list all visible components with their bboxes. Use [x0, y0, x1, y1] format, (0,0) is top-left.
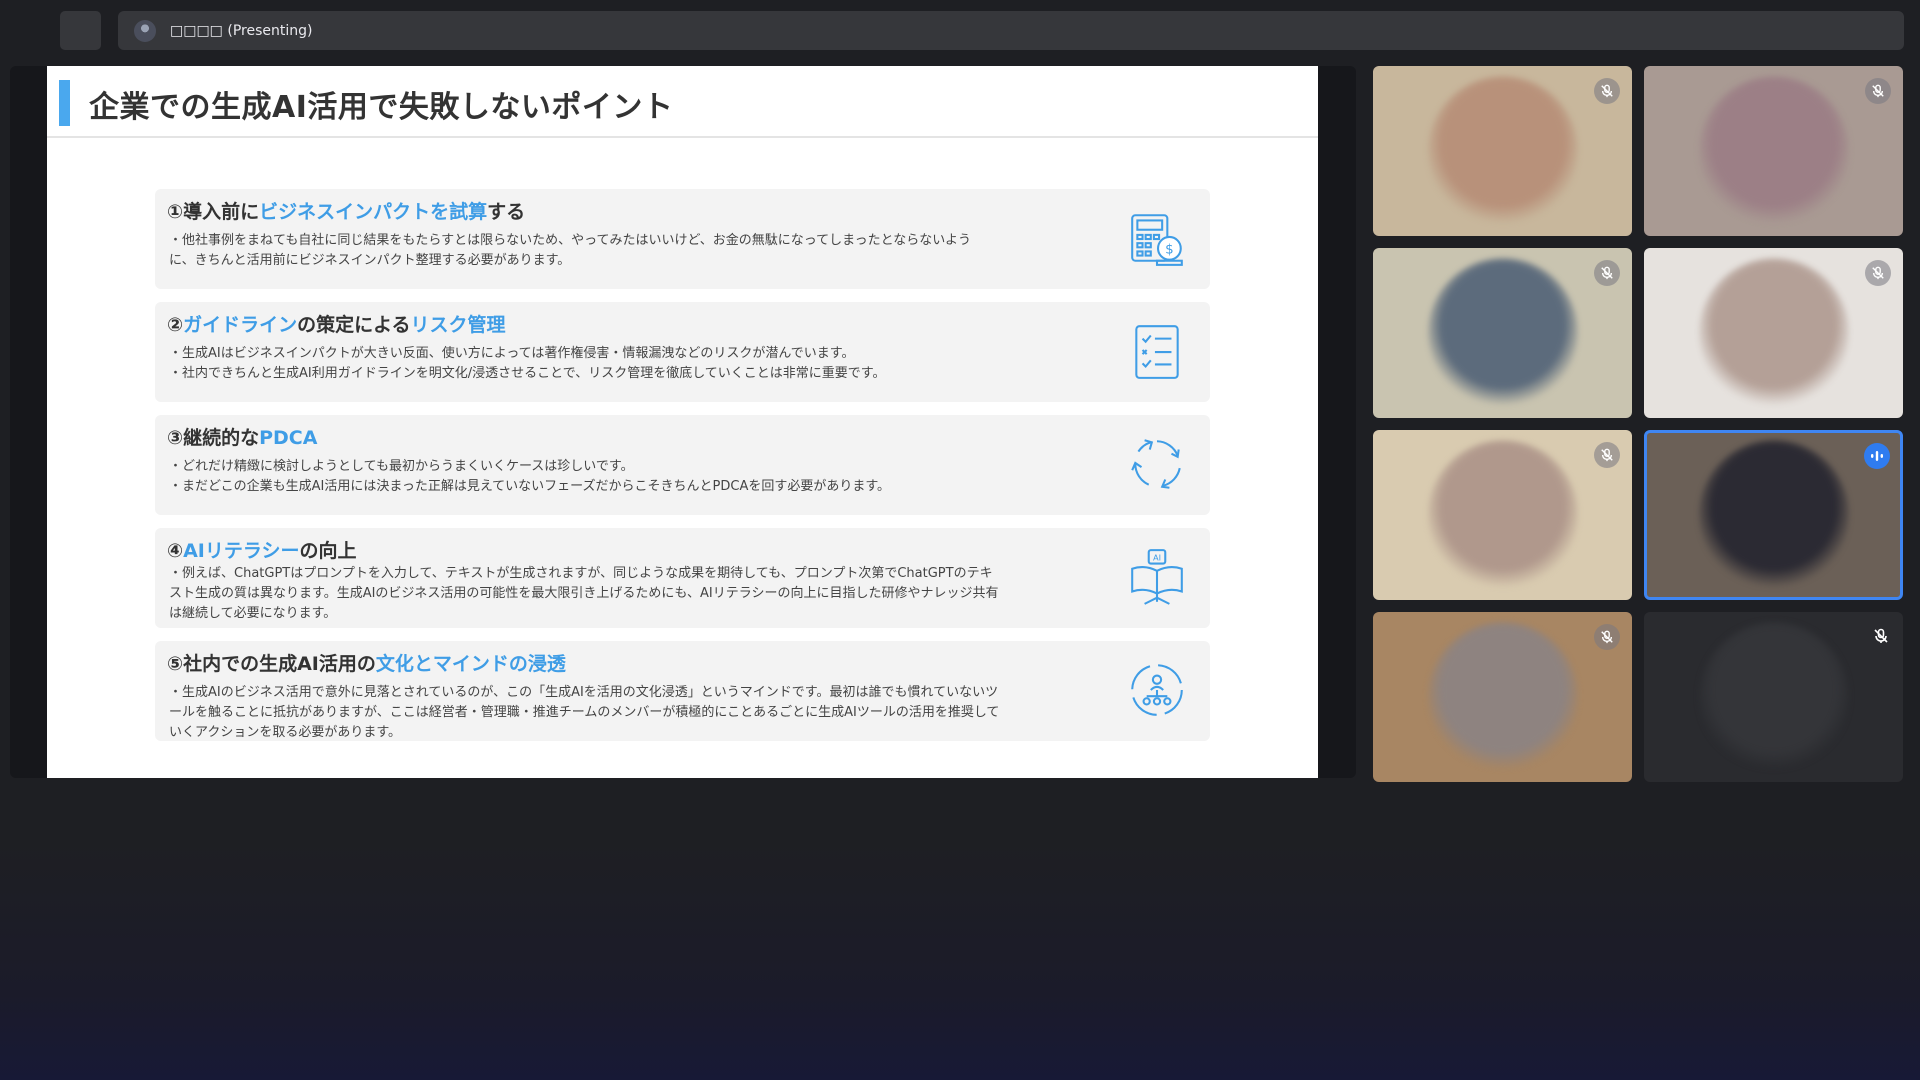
participant-video-tile[interactable]: [1644, 612, 1903, 782]
point-description: ・生成AIはビジネスインパクトが大きい反面、使い方によっては著作権侵害・情報漏洩…: [169, 346, 886, 381]
participant-video: [1427, 622, 1578, 772]
participant-video: [1698, 258, 1849, 408]
participant-video-tile[interactable]: [1373, 612, 1632, 782]
participant-video: [1698, 440, 1849, 590]
point-heading: ①導入前にビジネスインパクトを試算する: [167, 201, 526, 223]
participant-video-tile[interactable]: [1373, 66, 1632, 236]
point-card-2: ②ガイドラインの策定によるリスク管理 ・生成AIはビジネスインパクトが大きい反面…: [155, 302, 1210, 402]
point-description: ・例えば、ChatGPTはプロンプトを入力して、テキストが生成されますが、同じよ…: [169, 566, 999, 621]
mic-muted-icon: [1865, 78, 1891, 104]
point-card-3: ③継続的なPDCA ・どれだけ精緻に検討しようとしても最初からうまくいくケースは…: [155, 415, 1210, 515]
presentation-slide: 企業での生成AI活用で失敗しないポイント ①導入前にビジネスインパクトを試算する…: [47, 66, 1318, 778]
svg-text:AI: AI: [1153, 552, 1161, 562]
mic-muted-icon: [1873, 628, 1889, 644]
calculator-coin-icon: $: [1126, 207, 1188, 269]
point-description: ・生成AIのビジネス活用で意外に見落とされているのが、この「生成AIを活用の文化…: [169, 685, 1000, 740]
point-heading: ⑤社内での生成AI活用の文化とマインドの浸透: [167, 653, 566, 675]
participant-video-tile[interactable]: [1644, 430, 1903, 600]
speaking-indicator-icon: [1864, 443, 1890, 469]
participant-video-tile[interactable]: [1644, 248, 1903, 418]
mic-muted-icon: [1865, 260, 1891, 286]
point-card-1: ①導入前にビジネスインパクトを試算する ・他社事例をまねても自社に同じ結果をもた…: [155, 189, 1210, 289]
menu-button[interactable]: [60, 11, 101, 50]
checklist-icon: [1126, 320, 1188, 382]
presenter-name: □□□□ (Presenting): [170, 22, 313, 39]
mic-muted-icon: [1594, 260, 1620, 286]
point-card-4: ④AIリテラシーの向上 ・例えば、ChatGPTはプロンプトを入力して、テキスト…: [155, 528, 1210, 628]
presenter-avatar: [134, 19, 156, 42]
team-network-icon: [1126, 659, 1188, 721]
ai-book-icon: AI: [1126, 546, 1188, 608]
svg-text:$: $: [1165, 243, 1174, 258]
participant-video-tile[interactable]: [1644, 66, 1903, 236]
participant-video: [1427, 258, 1578, 408]
title-divider: [47, 136, 1318, 138]
mic-muted-icon: [1594, 78, 1620, 104]
mic-muted-icon: [1594, 442, 1620, 468]
participant-video-tile[interactable]: [1373, 248, 1632, 418]
slide-title: 企業での生成AI活用で失敗しないポイント: [89, 90, 674, 125]
participant-video: [1698, 622, 1849, 772]
presenter-bar[interactable]: □□□□ (Presenting): [118, 11, 1904, 50]
participant-video: [1698, 76, 1849, 226]
point-description: ・他社事例をまねても自社に同じ結果をもたらすとは限らないため、やってみたはいいけ…: [169, 233, 971, 268]
point-card-5: ⑤社内での生成AI活用の文化とマインドの浸透 ・生成AIのビジネス活用で意外に見…: [155, 641, 1210, 741]
point-heading: ③継続的なPDCA: [167, 427, 318, 449]
participant-video-tile[interactable]: [1373, 430, 1632, 600]
participant-video: [1427, 76, 1578, 226]
mic-muted-icon: [1594, 624, 1620, 650]
cycle-arrows-icon: [1126, 433, 1188, 495]
point-description: ・どれだけ精緻に検討しようとしても最初からうまくいくケースは珍しいです。 ・まだ…: [169, 459, 891, 494]
title-accent-bar: [59, 80, 70, 126]
participant-video: [1427, 440, 1578, 590]
point-heading: ②ガイドラインの策定によるリスク管理: [167, 314, 506, 336]
point-heading: ④AIリテラシーの向上: [167, 540, 357, 562]
